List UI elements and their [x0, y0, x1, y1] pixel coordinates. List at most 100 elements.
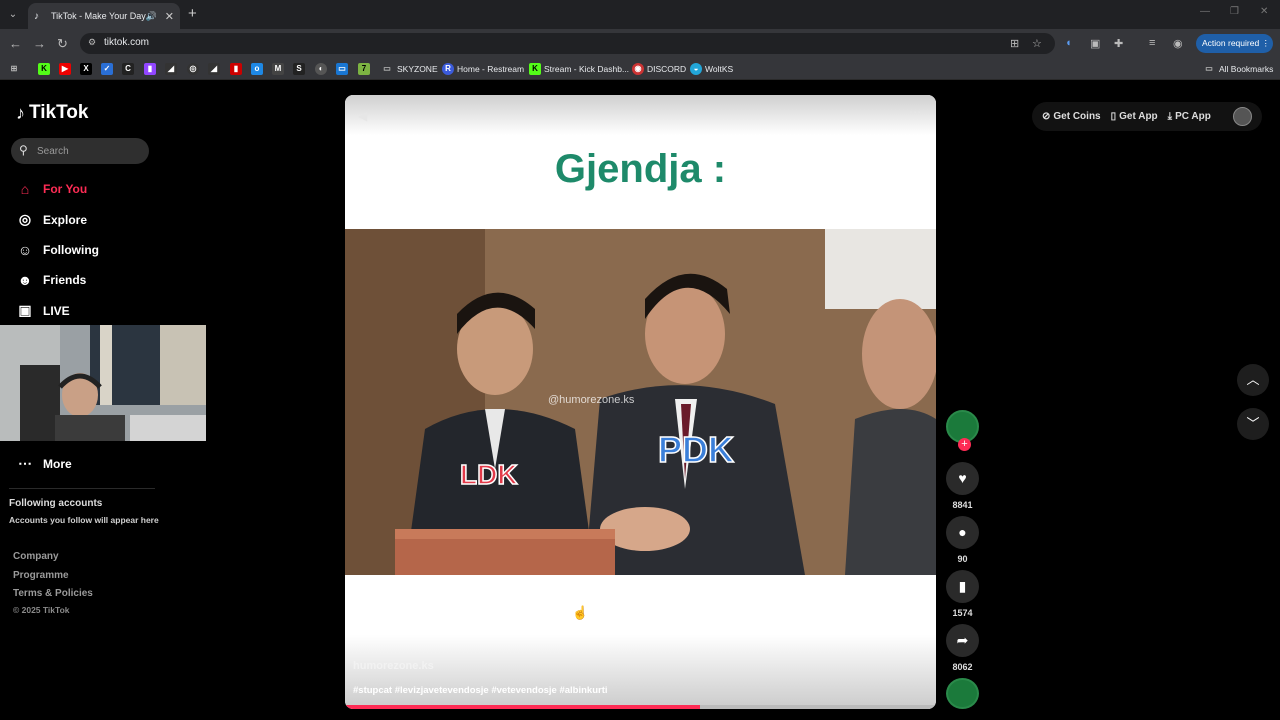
creator-avatar[interactable]: + [946, 410, 979, 451]
forward-arrow-icon[interactable]: → [33, 36, 46, 51]
sidebar-item-label: For You [43, 182, 88, 196]
search-input[interactable] [37, 142, 142, 160]
like-count: 8841 [952, 500, 973, 510]
get-coins-label: Get Coins [1053, 111, 1101, 122]
music-disc-icon[interactable] [946, 678, 979, 709]
bookmark-restream[interactable]: Home - Restream [457, 64, 524, 74]
action-required-button[interactable]: Action required ⋮ [1196, 34, 1273, 53]
video-hashtags[interactable]: #stupcat #levizjavetevendosje #vetevendo… [353, 685, 608, 696]
search-box[interactable]: ⚲ [11, 138, 149, 164]
bookmark-icon-5[interactable]: C [122, 63, 134, 75]
footer-link-programme[interactable]: Programme [13, 570, 69, 581]
all-bookmarks-folder-icon: ▭ [1205, 64, 1213, 73]
download-icon: ⤓ [1167, 111, 1173, 122]
install-app-icon[interactable]: ⊞ [1010, 37, 1019, 50]
bookmark-icon-15[interactable]: ▭ [336, 63, 348, 75]
bookmark-icon-13[interactable]: S [293, 63, 305, 75]
bookmark-icon-9[interactable]: ◢ [208, 63, 220, 75]
sidebar-item-more[interactable]: ⋯ More [16, 455, 72, 472]
bookmark-star-icon[interactable]: ☆ [1032, 37, 1042, 50]
bookmark-icon-14[interactable]: ◐ [315, 63, 327, 75]
pc-app-button[interactable]: ⤓ PC App [1168, 111, 1211, 122]
new-tab-plus-icon[interactable]: + [188, 5, 197, 22]
close-window-icon[interactable]: ✕ [1260, 6, 1268, 17]
bookmark-icon[interactable]: ▮ [946, 570, 979, 603]
video-bottom-gradient [345, 635, 936, 709]
get-coins-button[interactable]: ⊘ Get Coins [1042, 111, 1101, 122]
next-video-chevron-down-icon[interactable]: ﹀ [1237, 408, 1269, 440]
bookmark-wolt[interactable]: WoltKS [705, 64, 733, 74]
comment-icon[interactable]: ● [946, 516, 979, 549]
gmail-bookmark-icon[interactable]: M [272, 63, 284, 75]
video-author[interactable]: humorezone.ks [353, 660, 434, 672]
sidebar-item-label: LIVE [43, 303, 70, 318]
bookmark-icon-10[interactable]: ▮ [230, 63, 242, 75]
profile-icon[interactable]: ◉ [1173, 37, 1183, 50]
ldk-label: LDK [459, 458, 518, 491]
maximize-window-icon[interactable]: ❐ [1230, 6, 1239, 17]
more-options-icon[interactable]: ⋯ [909, 105, 922, 119]
video-headline-text: Gjendja : [554, 147, 727, 191]
footer-link-terms[interactable]: Terms & Policies [13, 588, 93, 599]
x-bookmark-icon[interactable]: X [80, 63, 92, 75]
like-action: ♥ 8841 [946, 462, 979, 510]
compass-icon: ◎ [18, 211, 32, 227]
bookmark-icon-4[interactable]: ✓ [101, 63, 113, 75]
folder-icon: ▭ [383, 64, 391, 73]
address-bar[interactable]: ⚙ tiktok.com [80, 33, 1055, 54]
video-progress-bar[interactable] [345, 705, 936, 709]
bookmark-skyzone[interactable]: SKYZONE [397, 64, 438, 74]
minimize-window-icon[interactable]: — [1200, 6, 1210, 17]
tiktok-favicon-icon: ♪ [34, 10, 39, 22]
user-avatar[interactable] [1233, 107, 1252, 126]
save-action: ▮ 1574 [946, 570, 979, 618]
hand-cursor-icon: ☝ [572, 605, 589, 620]
tab-search-chevron-icon[interactable]: ⌄ [4, 6, 22, 24]
browser-tab-tiktok[interactable]: ♪ TikTok - Make Your Day 🔊 ✕ [28, 3, 180, 29]
live-tv-icon: ▣ [18, 302, 32, 318]
video-watermark: @humorezone.ks [548, 394, 635, 406]
video-player[interactable]: ◀ ⋯ Gjendja : @humorezone.ks LDK PDK hum… [345, 95, 936, 709]
pc-app-label: PC App [1175, 111, 1211, 122]
tiktok-logo[interactable]: ♪ TikTok [16, 102, 88, 124]
wolt-icon: ◒ [690, 63, 702, 75]
extension-tt-icon[interactable]: ▣ [1090, 37, 1100, 50]
follow-plus-icon[interactable]: + [958, 438, 971, 451]
previous-video-chevron-up-icon[interactable]: ︿ [1237, 364, 1269, 396]
sidebar-item-friends[interactable]: ☻ Friends [16, 272, 87, 288]
sidebar-item-live[interactable]: ▣ LIVE [16, 302, 70, 319]
youtube-bookmark-icon[interactable]: ▶ [59, 63, 71, 75]
twitch-bookmark-icon[interactable]: ▮ [144, 63, 156, 75]
get-app-button[interactable]: ▯ Get App [1111, 111, 1158, 122]
sidebar-item-explore[interactable]: ◎ Explore [16, 211, 87, 228]
search-icon: ⚲ [19, 143, 28, 157]
tiktok-note-icon: ♪ [16, 102, 25, 123]
back-arrow-icon[interactable]: ← [9, 36, 22, 51]
volume-icon[interactable]: ◀ [358, 109, 367, 123]
sidebar-item-following[interactable]: ☺ Following [16, 242, 99, 258]
bookmark-icon-16[interactable]: 7 [358, 63, 370, 75]
discord-bookmark-icon: ◉ [632, 63, 644, 75]
share-action: ➦ 8062 [946, 624, 979, 672]
heart-icon[interactable]: ♥ [946, 462, 979, 495]
kick-bookmark-icon[interactable]: K [38, 63, 50, 75]
extension-audio-icon[interactable]: ◖ [1065, 37, 1072, 49]
footer-link-company[interactable]: Company [13, 551, 59, 562]
sidebar-item-for-you[interactable]: ⌂ For You [16, 181, 87, 197]
bookmark-icon-11[interactable]: o [251, 63, 263, 75]
extensions-puzzle-icon[interactable]: ✚ [1114, 37, 1123, 50]
reload-icon[interactable]: ↻ [57, 36, 68, 52]
sidebar-item-label: Following [43, 243, 99, 257]
apps-grid-icon[interactable]: ⊞ [8, 63, 20, 75]
share-arrow-icon[interactable]: ➦ [946, 624, 979, 657]
close-tab-icon[interactable]: ✕ [165, 10, 174, 23]
media-control-icon[interactable]: ≡ [1149, 37, 1155, 49]
site-info-icon[interactable]: ⚙ [88, 37, 96, 48]
kick-icon: K [529, 63, 541, 75]
bookmark-icon-7[interactable]: ◢ [165, 63, 177, 75]
speaker-icon[interactable]: 🔊 [146, 11, 157, 22]
bookmark-discord[interactable]: DISCORD [647, 64, 686, 74]
bookmark-icon-8[interactable]: ◎ [187, 63, 199, 75]
bookmark-kick-dashboard[interactable]: Stream - Kick Dashb... [544, 64, 629, 74]
all-bookmarks[interactable]: All Bookmarks [1219, 64, 1273, 74]
